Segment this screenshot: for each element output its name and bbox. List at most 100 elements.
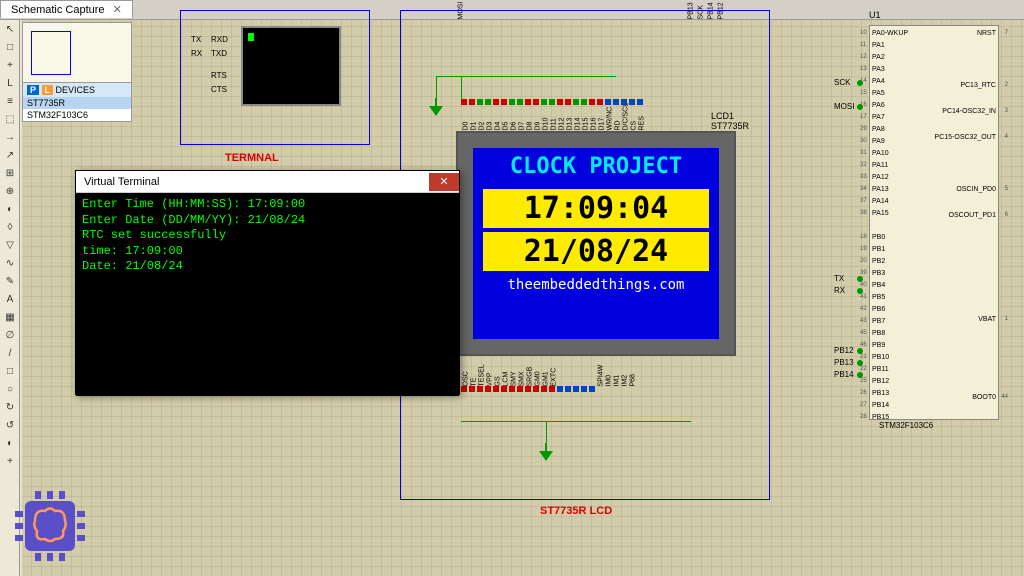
mcu-pin: OSCIN_PD0: [956, 186, 996, 193]
mcu-pin: PB10: [872, 354, 889, 361]
tool-icon[interactable]: ↗: [2, 148, 18, 164]
pin-label: D1: [471, 122, 478, 131]
mcu-pin: PB3: [872, 270, 885, 277]
tool-icon[interactable]: ✎: [2, 274, 18, 290]
mcu-pin: NRST: [977, 30, 996, 37]
pin-label: VPP: [487, 372, 494, 386]
l-badge[interactable]: L: [42, 85, 54, 95]
tool-icon[interactable]: ≡: [2, 94, 18, 110]
mcu-pin: PB9: [872, 342, 885, 349]
mcu-pin: PA10: [872, 150, 889, 157]
tab-close-icon[interactable]: ✕: [113, 4, 122, 16]
lcd-ref: LCD1ST7735R: [711, 111, 749, 131]
mcu-pin: PB4: [872, 282, 885, 289]
mcu-pin: PA13: [872, 186, 889, 193]
pin-label: D16: [591, 118, 598, 131]
mcu-pin: PA8: [872, 126, 885, 133]
mcu-pin: PA11: [872, 162, 888, 169]
mcu-block[interactable]: U1 PA0-WKUP10PA111PA212PA313PA414PA515PA…: [839, 10, 1014, 440]
ext-label: SCK: [698, 5, 705, 19]
pin-label: TX: [191, 35, 201, 44]
ext-label: MOSI: [458, 2, 465, 20]
mcu-pin: PB7: [872, 318, 885, 325]
tool-icon[interactable]: ∿: [2, 256, 18, 272]
tool-icon[interactable]: A: [2, 292, 18, 308]
mcu-pin: PA15: [872, 210, 889, 217]
pin-label: D2: [479, 122, 486, 131]
mcu-pin: VBAT: [978, 316, 996, 323]
pin-label: IM2: [622, 375, 629, 387]
pin-label: D8: [527, 122, 534, 131]
close-icon[interactable]: ✕: [429, 173, 459, 191]
virtual-terminal-window[interactable]: Virtual Terminal ✕ Enter Time (HH:MM:SS)…: [75, 170, 460, 395]
tab-schematic[interactable]: Schematic Capture ✕: [0, 0, 133, 18]
tool-icon[interactable]: ○: [2, 382, 18, 398]
tool-icon[interactable]: →: [2, 130, 18, 146]
mcu-pin: PA9: [872, 138, 885, 145]
terminal-screen: [241, 26, 341, 106]
tool-icon[interactable]: □: [2, 40, 18, 56]
pin-label: GM0: [535, 371, 542, 386]
tool-icon[interactable]: +: [2, 454, 18, 470]
tool-icon[interactable]: ◐: [2, 202, 18, 218]
mcu-pin: PB14: [872, 402, 889, 409]
mcu-pin: PB15: [872, 414, 889, 421]
mcu-pin: PB11: [872, 366, 889, 373]
ext-pin: TX: [834, 274, 844, 283]
mcu-pin: PB13: [872, 390, 889, 397]
pin-label: GS: [495, 376, 502, 386]
mcu-body: PA0-WKUP10PA111PA212PA313PA414PA515PA616…: [869, 25, 999, 420]
lcd-body: CLOCK PROJECT 17:09:04 21/08/24 theembed…: [456, 131, 736, 356]
tool-icon[interactable]: ↺: [2, 418, 18, 434]
mcu-pin: PA6: [872, 102, 885, 109]
mcu-pin: PA7: [872, 114, 885, 121]
p-badge[interactable]: P: [27, 85, 39, 95]
pin-label: D10: [543, 118, 550, 131]
tool-icon[interactable]: ↻: [2, 400, 18, 416]
tool-icon[interactable]: ◐: [2, 436, 18, 452]
pin-label: RTS: [211, 71, 227, 80]
mcu-pin: PA2: [872, 54, 885, 61]
pin-label: D4: [495, 122, 502, 131]
mcu-pin: PA4: [872, 78, 885, 85]
ext-pin: PB13: [834, 358, 854, 367]
vt-titlebar[interactable]: Virtual Terminal ✕: [76, 171, 459, 193]
lcd-url: theembeddedthings.com: [473, 275, 719, 293]
tool-icon[interactable]: L: [2, 76, 18, 92]
terminal-block[interactable]: TX RX RXD TXD RTS CTS: [180, 10, 370, 145]
ext-label: PB13: [688, 2, 695, 19]
mcu-pin: PB12: [872, 378, 889, 385]
tool-icon[interactable]: ⬚: [2, 112, 18, 128]
tab-title: Schematic Capture: [11, 4, 105, 16]
tool-icon[interactable]: ▦: [2, 310, 18, 326]
pin-label: IM0: [606, 375, 613, 387]
pin-label: RXD: [211, 35, 228, 44]
device-item[interactable]: STM32F103C6: [23, 109, 131, 121]
mcu-pin: PA12: [872, 174, 889, 181]
mcu-name: STM32F103C6: [879, 421, 933, 430]
mcu-pin: PB2: [872, 258, 885, 265]
tool-icon[interactable]: ◊: [2, 220, 18, 236]
tool-icon[interactable]: ▽: [2, 238, 18, 254]
tool-icon[interactable]: ⊕: [2, 184, 18, 200]
tool-icon[interactable]: □: [2, 364, 18, 380]
tool-icon[interactable]: +: [2, 58, 18, 74]
tool-icon[interactable]: ↖: [2, 22, 18, 38]
pin-label: LCM: [503, 372, 510, 387]
pin-label: D6: [511, 122, 518, 131]
vt-body[interactable]: Enter Time (HH:MM:SS): 17:09:00 Enter Da…: [76, 193, 459, 396]
tool-icon[interactable]: ∅: [2, 328, 18, 344]
overview-thumbnail[interactable]: [23, 23, 131, 83]
tool-icon[interactable]: ⊞: [2, 166, 18, 182]
devices-panel: P L DEVICES ST7735R STM32F103C6: [22, 22, 132, 122]
lcd-time: 17:09:04: [483, 189, 709, 228]
terminal-label: TERMNAL: [225, 152, 279, 164]
mcu-pin: BOOT0: [972, 394, 996, 401]
tool-icon[interactable]: /: [2, 346, 18, 362]
mcu-pin: PC13_RTC: [960, 82, 996, 89]
pin-label: D0: [463, 122, 470, 131]
pin-label: TXD: [211, 49, 227, 58]
device-item[interactable]: ST7735R: [23, 97, 131, 109]
pin-label: RD: [615, 120, 622, 130]
pin-label: SPI4W: [598, 365, 605, 387]
